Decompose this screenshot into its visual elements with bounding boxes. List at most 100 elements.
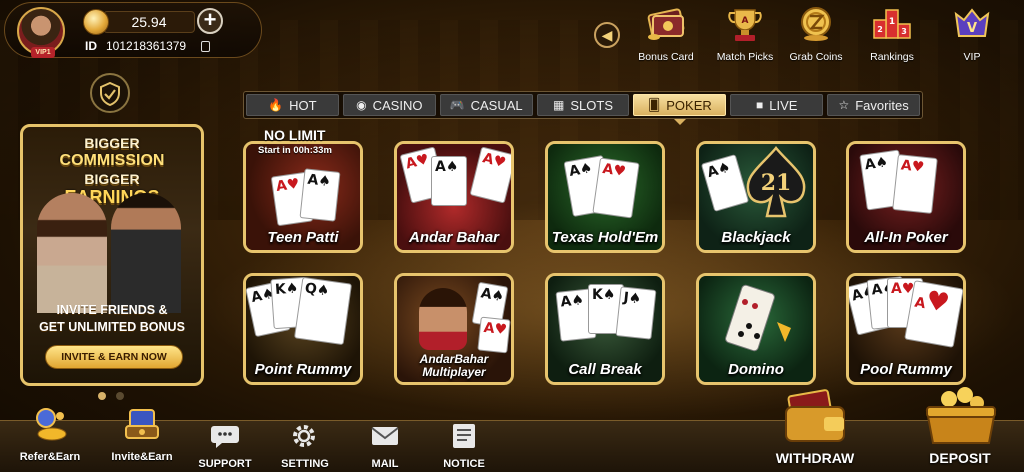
game-blackjack[interactable]: A♠ 21 Blackjack	[696, 141, 816, 253]
playing-card: A♠	[431, 156, 467, 206]
game-domino[interactable]: Domino	[696, 273, 816, 385]
nav-label: WITHDRAW	[775, 450, 855, 466]
copy-icon[interactable]	[201, 41, 210, 52]
nav-refer-earn[interactable]: Refer&Earn	[10, 404, 90, 470]
tab-hot[interactable]: 🔥 HOT	[246, 94, 339, 116]
add-funds-button[interactable]: +	[197, 8, 223, 34]
tab-favorites[interactable]: ☆ Favorites	[827, 94, 921, 116]
cards-icon: 🂠	[647, 98, 661, 112]
card-rank: K	[592, 287, 603, 303]
promo-invite-line-2: GET UNLIMITED BONUS	[39, 320, 185, 334]
bonus-card-label: Bonus Card	[638, 51, 694, 63]
playing-card: Q♠	[293, 276, 353, 346]
svg-text:1: 1	[889, 17, 895, 27]
collapse-arrow-button[interactable]: ◀	[594, 22, 620, 48]
nav-setting[interactable]: SETTING	[265, 404, 345, 470]
banner-pager-dot-active[interactable]	[98, 392, 106, 400]
game-label: Call Break	[568, 361, 642, 378]
svg-text:A: A	[742, 16, 749, 26]
tab-poker[interactable]: 🂠 POKER	[633, 94, 727, 116]
svg-text:2: 2	[877, 25, 883, 34]
nav-notice[interactable]: NOTICE	[424, 404, 504, 470]
promo-model-woman	[37, 193, 107, 313]
game-label: Domino	[728, 361, 784, 378]
nav-label: Refer&Earn	[19, 451, 81, 463]
withdraw-button[interactable]: WITHDRAW	[760, 385, 870, 472]
spade-21-icon: 21	[746, 146, 806, 218]
game-label-line-2: Multiplayer	[422, 365, 486, 379]
notice-icon	[453, 424, 475, 448]
category-tab-bar: 🔥 HOT ◉ CASINO 🎮 CASUAL ▦ SLOTS 🂠 POKER …	[243, 91, 923, 119]
game-label: Point Rummy	[254, 361, 352, 378]
video-camera-icon: ■	[756, 98, 764, 112]
nav-label: NOTICE	[443, 458, 485, 470]
game-label: Texas Hold'Em	[551, 229, 659, 246]
domino-tiles-icon	[725, 284, 791, 352]
nav-label: SETTING	[281, 458, 329, 470]
vip-crown-icon: V	[954, 8, 990, 37]
grab-coins-label: Grab Coins	[789, 51, 843, 63]
playing-card: A♥	[477, 316, 511, 354]
svg-text:V: V	[967, 21, 977, 36]
gamepad-icon: 🎮	[449, 98, 465, 112]
grab-coins-icon	[801, 7, 831, 41]
rankings-button[interactable]: 1 2 3 Rankings	[852, 4, 932, 63]
game-point-rummy[interactable]: A♠ K♠ Q♠ Point Rummy	[243, 273, 363, 385]
invite-promo-banner[interactable]: BIGGER COMMISSION BIGGER EARNINGS INVITE…	[20, 124, 204, 386]
bonus-card-button[interactable]: Bonus Card	[626, 4, 706, 63]
game-andarbahar-multiplayer[interactable]: A♠ A♥ AndarBahar Multiplayer	[394, 273, 514, 385]
game-teen-patti[interactable]: A♥ A♠ Teen Patti	[243, 141, 363, 253]
shield-check-icon	[100, 82, 120, 106]
game-label: Pool Rummy	[860, 361, 952, 378]
game-all-in-poker[interactable]: A♠ A♥ All-In Poker	[846, 141, 966, 253]
game-label: AndarBahar Multiplayer	[397, 353, 511, 379]
card-rank: A	[435, 159, 446, 175]
vip-level-badge: VIP1	[31, 47, 55, 58]
nav-invite-earn[interactable]: Invite&Earn	[102, 404, 182, 470]
vip-label: VIP	[963, 51, 981, 63]
tab-casino[interactable]: ◉ CASINO	[342, 94, 436, 116]
match-picks-button[interactable]: A Match Picks	[705, 4, 785, 63]
tab-slots[interactable]: ▦ SLOTS	[536, 94, 630, 116]
deposit-button[interactable]: DEPOSIT	[905, 385, 1015, 472]
tab-casual[interactable]: 🎮 CASUAL	[439, 94, 533, 116]
game-call-break[interactable]: A♠ K♠ J♠ Call Break	[545, 273, 665, 385]
nav-mail[interactable]: MAIL	[345, 404, 425, 470]
balance-display: 25.94	[103, 11, 195, 33]
bonus-card-icon	[647, 8, 685, 40]
refer-earn-icon	[36, 408, 67, 441]
user-id-label: ID	[85, 39, 97, 53]
game-label: Teen Patti	[267, 229, 339, 246]
tab-live[interactable]: ■ LIVE	[730, 94, 824, 116]
grab-coins-button[interactable]: Grab Coins	[776, 4, 856, 63]
invite-earn-now-button[interactable]: INVITE & EARN NOW	[45, 345, 183, 369]
tab-label: POKER	[666, 97, 712, 113]
nav-label: SUPPORT	[198, 458, 252, 470]
vip-button[interactable]: V VIP	[932, 4, 1012, 63]
security-shield-button[interactable]	[90, 73, 130, 113]
playing-card: A♥	[904, 280, 963, 348]
tab-label: LIVE	[769, 97, 798, 113]
chat-bubble-icon	[211, 426, 239, 448]
playing-card: A♠	[299, 168, 341, 222]
flame-icon: 🔥	[268, 98, 284, 112]
tab-label: CASUAL	[470, 97, 523, 113]
promo-headline-1: BIGGER	[84, 135, 140, 151]
rankings-label: Rankings	[870, 51, 914, 63]
nav-label: DEPOSIT	[929, 450, 991, 466]
game-pool-rummy[interactable]: A♠ A♠ A♥ A♥ Pool Rummy	[846, 273, 966, 385]
game-texas-holdem[interactable]: A♠ A♥ Texas Hold'Em	[545, 141, 665, 253]
treasure-chest-icon	[925, 387, 997, 444]
nav-label: MAIL	[371, 458, 399, 470]
character-portrait	[419, 288, 467, 350]
blackjack-number: 21	[761, 170, 792, 196]
promo-headline-2: COMMISSION	[59, 152, 165, 169]
banner-pager-dot[interactable]	[116, 392, 124, 400]
promo-headline-3: BIGGER	[84, 171, 140, 187]
tab-label: SLOTS	[570, 97, 613, 113]
podium-icon: 1 2 3	[873, 9, 911, 39]
nav-support[interactable]: SUPPORT	[185, 404, 265, 470]
tab-label: Favorites	[855, 97, 909, 113]
trophy-icon: A	[728, 9, 762, 41]
game-andar-bahar[interactable]: A♥ A♠ A♥ Andar Bahar	[394, 141, 514, 253]
